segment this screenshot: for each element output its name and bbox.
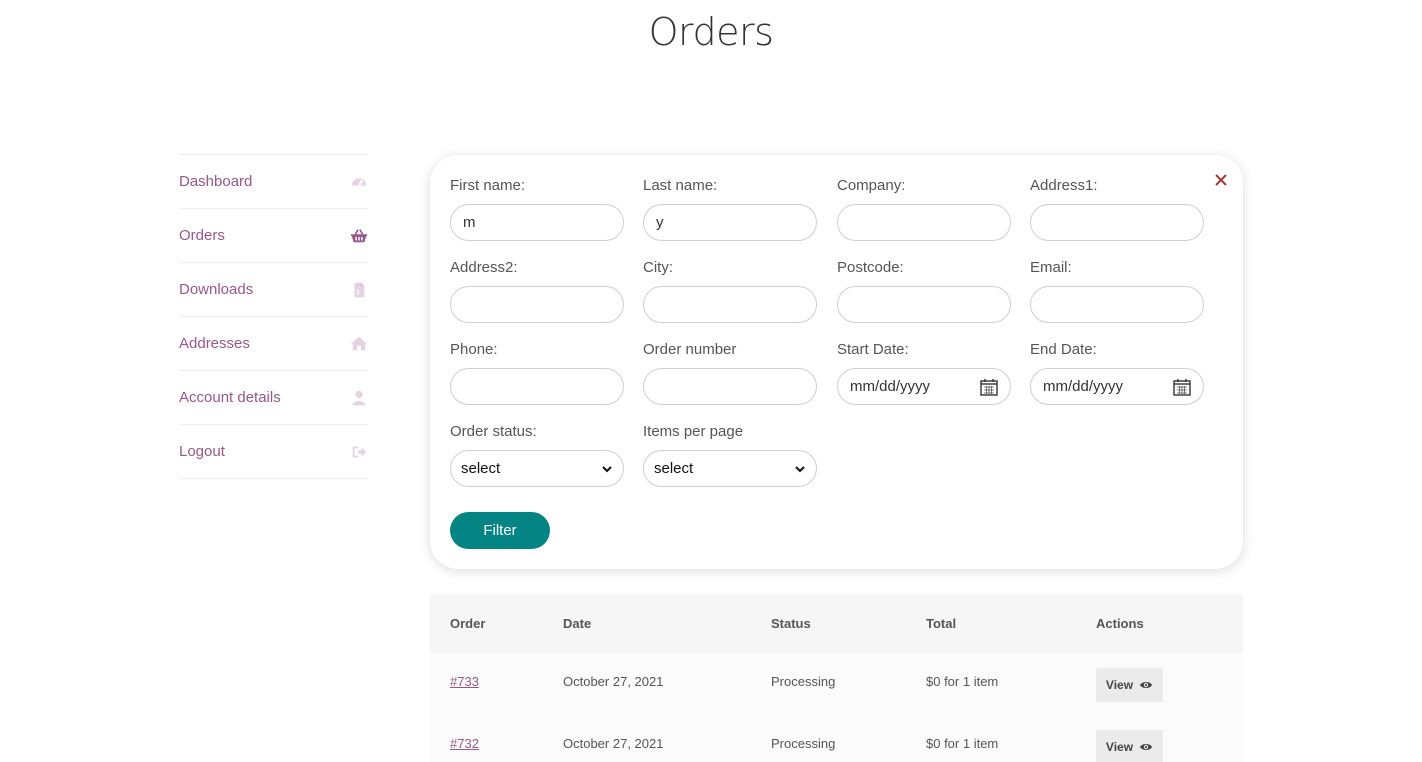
order-filter-panel: First name: Last name: Company: Address1… (430, 155, 1243, 569)
order-status: Processing (771, 674, 836, 689)
calendar-icon[interactable] (1173, 378, 1191, 396)
order-total: $0 for 1 item (926, 674, 999, 689)
first-name-input[interactable] (450, 204, 624, 241)
page-title: Orders (648, 10, 774, 54)
chevron-down-icon (795, 465, 805, 472)
order-number-label: Order number (643, 341, 737, 358)
sidebar-item-logout[interactable]: Logout (179, 425, 368, 479)
phone-label: Phone: (450, 341, 498, 358)
order-number-link[interactable]: #733 (450, 674, 479, 689)
basket-icon (348, 226, 368, 246)
sidebar-item-label: Account details (179, 389, 281, 406)
order-status-selected: select (461, 460, 501, 477)
phone-input[interactable] (450, 368, 624, 405)
city-input[interactable] (643, 286, 817, 323)
last-name-input[interactable] (643, 204, 817, 241)
sidebar-item-label: Orders (179, 227, 225, 244)
address1-input[interactable] (1030, 204, 1204, 241)
end-date-label: End Date: (1030, 341, 1097, 358)
sidebar-item-downloads[interactable]: Downloads (179, 263, 368, 317)
sidebar-item-label: Addresses (179, 335, 250, 352)
sidebar-item-label: Downloads (179, 281, 254, 298)
sidebar-item-account-details[interactable]: Account details (179, 371, 368, 425)
address2-input[interactable] (450, 286, 624, 323)
orders-table: Order Date Status Total Actions #733 Oct… (430, 594, 1243, 762)
postcode-label: Postcode: (837, 259, 904, 276)
items-per-page-selected: select (654, 460, 694, 477)
sidebar-item-label: Logout (179, 443, 225, 460)
chevron-down-icon (602, 465, 612, 472)
logout-icon (348, 442, 368, 462)
view-order-button[interactable]: View (1096, 730, 1163, 762)
end-date-input[interactable]: mm/dd/yyyy (1030, 368, 1204, 405)
column-header-date: Date (563, 616, 592, 631)
order-number-link[interactable]: #732 (450, 736, 479, 751)
table-row: #732 October 27, 2021 Processing $0 for … (430, 716, 1243, 762)
account-navigation: Dashboard 2 Orders Downloads Addresses A… (179, 154, 368, 479)
start-date-placeholder: mm/dd/yyyy (850, 378, 931, 395)
end-date-placeholder: mm/dd/yyyy (1043, 378, 1124, 395)
column-header-actions: Actions (1096, 616, 1144, 631)
company-label: Company: (837, 177, 906, 194)
eye-icon (1140, 682, 1153, 688)
address2-label: Address2: (450, 259, 518, 276)
eye-icon (1140, 744, 1153, 750)
order-status-select[interactable]: select (450, 450, 624, 487)
home-icon (348, 334, 368, 354)
email-label: Email: (1030, 259, 1072, 276)
user-icon (348, 388, 368, 408)
items-per-page-label: Items per page (643, 423, 744, 440)
view-order-button[interactable]: View (1096, 668, 1163, 702)
calendar-icon[interactable] (980, 378, 998, 396)
company-input[interactable] (837, 204, 1011, 241)
start-date-label: Start Date: (837, 341, 909, 358)
view-button-label: View (1105, 740, 1134, 754)
dashboard-icon: 2 (348, 172, 368, 192)
column-header-total: Total (926, 616, 957, 631)
city-label: City: (643, 259, 673, 276)
order-date: October 27, 2021 (563, 736, 664, 751)
order-status-label: Order status: (450, 423, 537, 440)
order-status: Processing (771, 736, 836, 751)
column-header-order: Order (450, 616, 486, 631)
order-date: October 27, 2021 (563, 674, 664, 689)
file-icon (348, 280, 368, 300)
first-name-label: First name: (450, 177, 526, 194)
close-icon[interactable] (1213, 172, 1229, 188)
sidebar-item-dashboard[interactable]: Dashboard 2 (179, 155, 368, 209)
table-header: Order Date Status Total Actions (430, 594, 1243, 654)
sidebar-item-orders[interactable]: Orders (179, 209, 368, 263)
items-per-page-select[interactable]: select (643, 450, 817, 487)
sidebar-item-addresses[interactable]: Addresses (179, 317, 368, 371)
postcode-input[interactable] (837, 286, 1011, 323)
sidebar-item-label: Dashboard (179, 173, 253, 190)
address1-label: Address1: (1030, 177, 1098, 194)
table-row: #733 October 27, 2021 Processing $0 for … (430, 654, 1243, 716)
order-total: $0 for 1 item (926, 736, 999, 751)
filter-button[interactable]: Filter (450, 512, 550, 549)
order-number-input[interactable] (643, 368, 817, 405)
column-header-status: Status (771, 616, 811, 631)
email-input[interactable] (1030, 286, 1204, 323)
last-name-label: Last name: (643, 177, 718, 194)
svg-text:2: 2 (360, 180, 363, 186)
view-button-label: View (1105, 678, 1134, 692)
start-date-input[interactable]: mm/dd/yyyy (837, 368, 1011, 405)
